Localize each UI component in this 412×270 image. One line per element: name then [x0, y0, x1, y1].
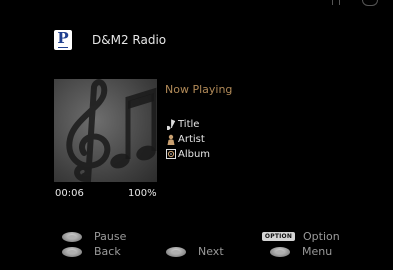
- album-art: [54, 79, 157, 182]
- music-note-icon: [166, 118, 176, 130]
- remote-button-icon: [62, 231, 82, 242]
- logo-underline: [58, 47, 68, 48]
- menu-control[interactable]: Menu: [270, 245, 332, 258]
- track-artist-row: Artist: [166, 132, 205, 146]
- next-label: Next: [198, 245, 224, 258]
- option-label: Option: [303, 230, 340, 243]
- elapsed-time: 00:06: [55, 188, 84, 199]
- window-corner-controls: [320, 0, 400, 6]
- option-button-icon: OPTION: [262, 232, 295, 241]
- pause-control[interactable]: Pause: [62, 230, 126, 243]
- station-title: D&M2 Radio: [92, 33, 167, 47]
- track-title: Title: [178, 118, 200, 130]
- remote-button-icon: [62, 246, 82, 257]
- menu-label: Menu: [302, 245, 333, 258]
- remote-button-icon: [166, 246, 186, 257]
- remote-button-icon: [270, 246, 290, 257]
- now-playing-heading: Now Playing: [165, 83, 233, 96]
- track-album: Album: [178, 148, 211, 160]
- next-control[interactable]: Next: [166, 245, 224, 258]
- music-notes-icon: [66, 79, 157, 182]
- player-screen: P D&M2 Radio Now Playing Title Artist Al…: [0, 0, 393, 270]
- back-control[interactable]: Back: [62, 245, 121, 258]
- corner-mark: [362, 0, 378, 6]
- pandora-logo-icon: P: [54, 30, 72, 50]
- volume-percent: 100%: [128, 188, 157, 199]
- corner-mark: [332, 0, 340, 5]
- pause-label: Pause: [94, 230, 127, 243]
- logo-letter: P: [57, 29, 69, 47]
- option-control[interactable]: OPTION Option: [262, 230, 340, 243]
- track-title-row: Title: [166, 117, 199, 131]
- person-icon: [166, 133, 176, 145]
- track-artist: Artist: [178, 133, 205, 145]
- album-icon: [166, 148, 176, 160]
- back-label: Back: [94, 245, 121, 258]
- track-album-row: Album: [166, 147, 210, 161]
